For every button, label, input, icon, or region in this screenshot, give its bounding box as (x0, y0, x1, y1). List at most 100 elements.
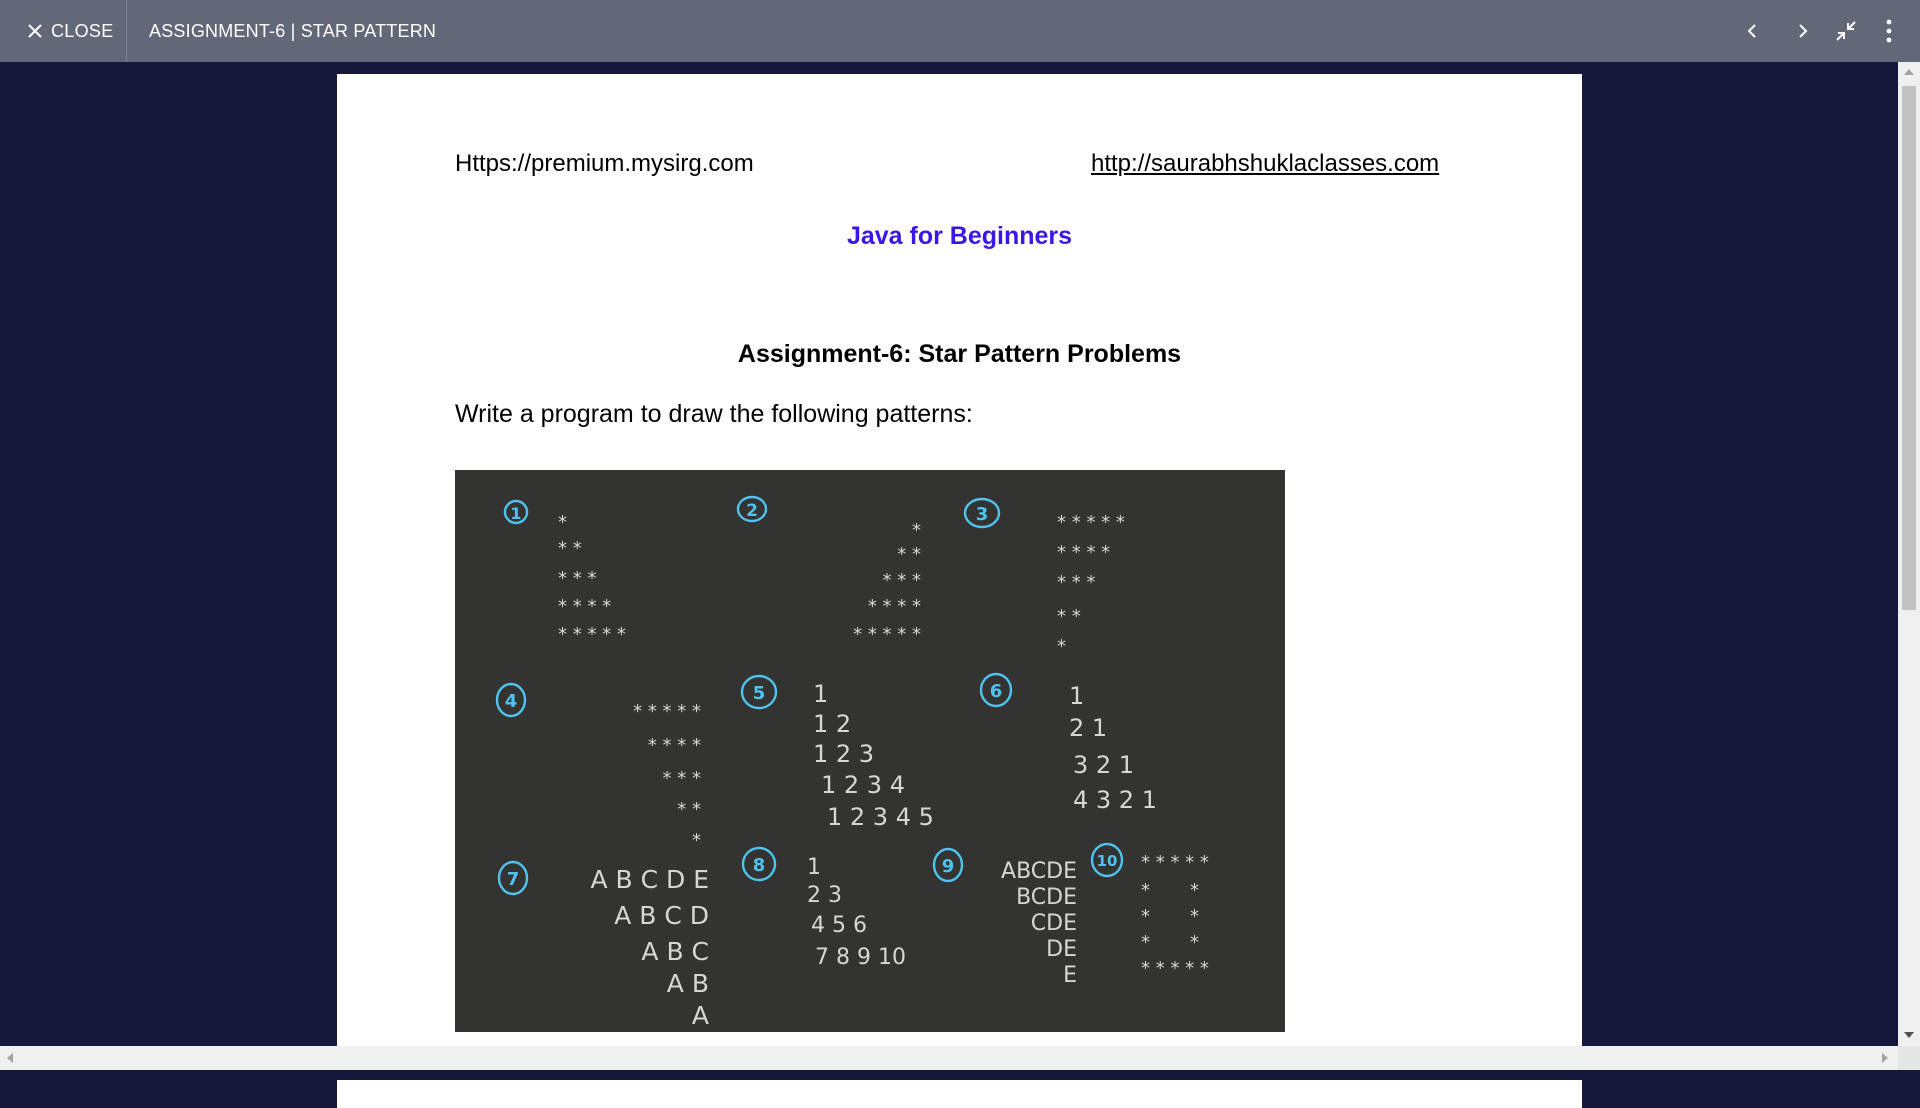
pattern-image: 1 2 3 4 5 6 7 8 9 10 * * * * * * * * * *… (455, 470, 1285, 1032)
svg-text:*: * (1057, 636, 1066, 657)
pattern-8-rows: 1 2 3 4 5 6 7 8 9 10 (807, 855, 906, 970)
svg-text:A B C: A B C (641, 937, 709, 966)
svg-text:2 3: 2 3 (807, 883, 842, 908)
pattern-7-rows: A B C D E A B C D A B C A B A (590, 865, 709, 1030)
pattern-2-rows: * * * * * * * * * * * * * * * (853, 520, 921, 645)
exit-fullscreen-button[interactable] (1831, 16, 1861, 46)
svg-text:*: * (692, 830, 701, 851)
svg-text:* *: * * (1141, 932, 1199, 953)
svg-text:* *: * * (897, 544, 921, 565)
svg-text:A B: A B (667, 969, 709, 998)
svg-text:E: E (1063, 963, 1077, 988)
svg-text:* * * * *: * * * * * (853, 624, 921, 645)
svg-text:* * * *: * * * * (648, 735, 701, 756)
pattern-number-9: 9 (932, 847, 964, 883)
exit-fullscreen-icon (1836, 21, 1856, 41)
vertical-scroll-thumb[interactable] (1902, 86, 1916, 610)
svg-text:*: * (912, 520, 921, 541)
scrollbar-corner (1898, 1046, 1920, 1070)
svg-text:8: 8 (753, 855, 766, 876)
scroll-up-icon[interactable] (1904, 69, 1914, 75)
scroll-right-icon[interactable] (1882, 1053, 1888, 1063)
more-options-button[interactable] (1874, 16, 1904, 46)
assignment-title: Assignment-6: Star Pattern Problems (737, 340, 1182, 368)
link-saurabhshuklaclasses[interactable]: http://saurabhshuklaclasses.com (1091, 150, 1439, 178)
svg-text:4 3 2 1: 4 3 2 1 (1073, 786, 1157, 814)
svg-text:A: A (692, 1001, 709, 1030)
pattern-number-1: 1 (503, 499, 529, 525)
svg-text:3: 3 (976, 504, 989, 525)
handwritten-patterns: 1 2 3 4 5 6 7 8 9 10 * * * * * * * * * *… (495, 495, 1209, 1030)
link-premium-mysirg: Https://premium.mysirg.com (455, 150, 754, 177)
svg-text:BCDE: BCDE (1016, 885, 1077, 910)
svg-text:* * * *: * * * * (558, 596, 611, 617)
pattern-5-rows: 1 1 2 1 2 3 1 2 3 4 1 2 3 4 5 (813, 680, 934, 831)
svg-text:9: 9 (942, 856, 955, 877)
close-label: CLOSE (51, 21, 114, 41)
pattern-10-rows: * * * * * * * * * * * * * * * * (1141, 852, 1209, 979)
instruction-text: Write a program to draw the following pa… (455, 400, 973, 428)
pattern-4-rows: * * * * * * * * * * * * * * * (633, 701, 701, 851)
pattern-9-rows: ABCDE BCDE CDE DE E (1001, 859, 1077, 988)
more-vertical-icon (1886, 19, 1892, 43)
svg-text:* * * * *: * * * * * (633, 701, 701, 722)
svg-text:4 5 6: 4 5 6 (811, 913, 867, 938)
svg-text:* * * * *: * * * * * (1057, 512, 1125, 533)
chevron-right-icon (1799, 24, 1808, 38)
svg-text:1 2: 1 2 (813, 710, 851, 738)
close-button[interactable]: CLOSE (0, 0, 127, 62)
svg-text:* * * * *: * * * * * (558, 624, 626, 645)
svg-text:1 2 3 4: 1 2 3 4 (821, 771, 905, 799)
svg-text:5: 5 (753, 683, 766, 704)
svg-text:1: 1 (807, 855, 821, 880)
next-button[interactable] (1788, 16, 1818, 46)
viewer-toolbar: CLOSE ASSIGNMENT-6 | STAR PATTERN (0, 0, 1920, 62)
svg-text:1 2 3 4 5: 1 2 3 4 5 (827, 803, 934, 831)
pattern-3-rows: * * * * * * * * * * * * * * * (1057, 512, 1125, 657)
svg-text:* * * * *: * * * * * (1141, 958, 1209, 979)
svg-text:A B C D E: A B C D E (590, 865, 709, 894)
document-page: Https://premium.mysirg.com http://saurab… (337, 74, 1582, 1108)
svg-text:* * *: * * * (1057, 572, 1095, 593)
svg-text:DE: DE (1046, 937, 1077, 962)
pattern-number-2: 2 (736, 495, 768, 523)
svg-text:2 1: 2 1 (1069, 714, 1107, 742)
previous-button[interactable] (1737, 16, 1767, 46)
svg-text:7 8 9 10: 7 8 9 10 (815, 945, 906, 970)
course-title: Java for Beginners (846, 222, 1073, 250)
bottom-edge (0, 1070, 1920, 1080)
svg-text:* *: * * (1141, 880, 1199, 901)
pattern-6-rows: 1 2 1 3 2 1 4 3 2 1 (1069, 682, 1157, 814)
svg-text:* *: * * (1141, 906, 1199, 927)
svg-text:1: 1 (813, 680, 828, 708)
vertical-scrollbar[interactable] (1898, 62, 1920, 1046)
svg-text:6: 6 (990, 681, 1003, 702)
svg-text:* * * *: * * * * (868, 596, 921, 617)
pattern-number-5: 5 (740, 674, 778, 710)
svg-text:* * * * *: * * * * * (1141, 852, 1209, 873)
svg-text:1: 1 (1069, 682, 1084, 710)
pattern-number-3: 3 (963, 497, 1001, 529)
chevron-left-icon (1747, 24, 1756, 38)
svg-text:* *: * * (1057, 606, 1081, 627)
pattern-number-6: 6 (979, 672, 1013, 708)
pattern-number-4: 4 (495, 682, 527, 718)
scroll-left-icon[interactable] (7, 1053, 13, 1063)
svg-text:10: 10 (1097, 852, 1118, 870)
scroll-down-icon[interactable] (1904, 1032, 1914, 1038)
svg-text:7: 7 (507, 869, 520, 890)
pattern-number-10: 10 (1090, 842, 1124, 878)
document-viewer: Https://premium.mysirg.com http://saurab… (0, 62, 1920, 1108)
svg-text:2: 2 (746, 501, 758, 521)
horizontal-scrollbar[interactable] (0, 1046, 1898, 1070)
svg-text:4: 4 (505, 691, 518, 712)
svg-text:A B C D: A B C D (614, 901, 709, 930)
svg-text:3 2 1: 3 2 1 (1073, 751, 1134, 779)
close-icon (28, 24, 42, 38)
pattern-number-7: 7 (497, 860, 529, 896)
svg-text:* * * *: * * * * (1057, 542, 1110, 563)
svg-text:* * *: * * * (883, 570, 921, 591)
svg-text:* *: * * (558, 538, 582, 559)
svg-text:1 2 3: 1 2 3 (813, 740, 874, 768)
pattern-1-rows: * * * * * * * * * * * * * * * (558, 512, 626, 645)
